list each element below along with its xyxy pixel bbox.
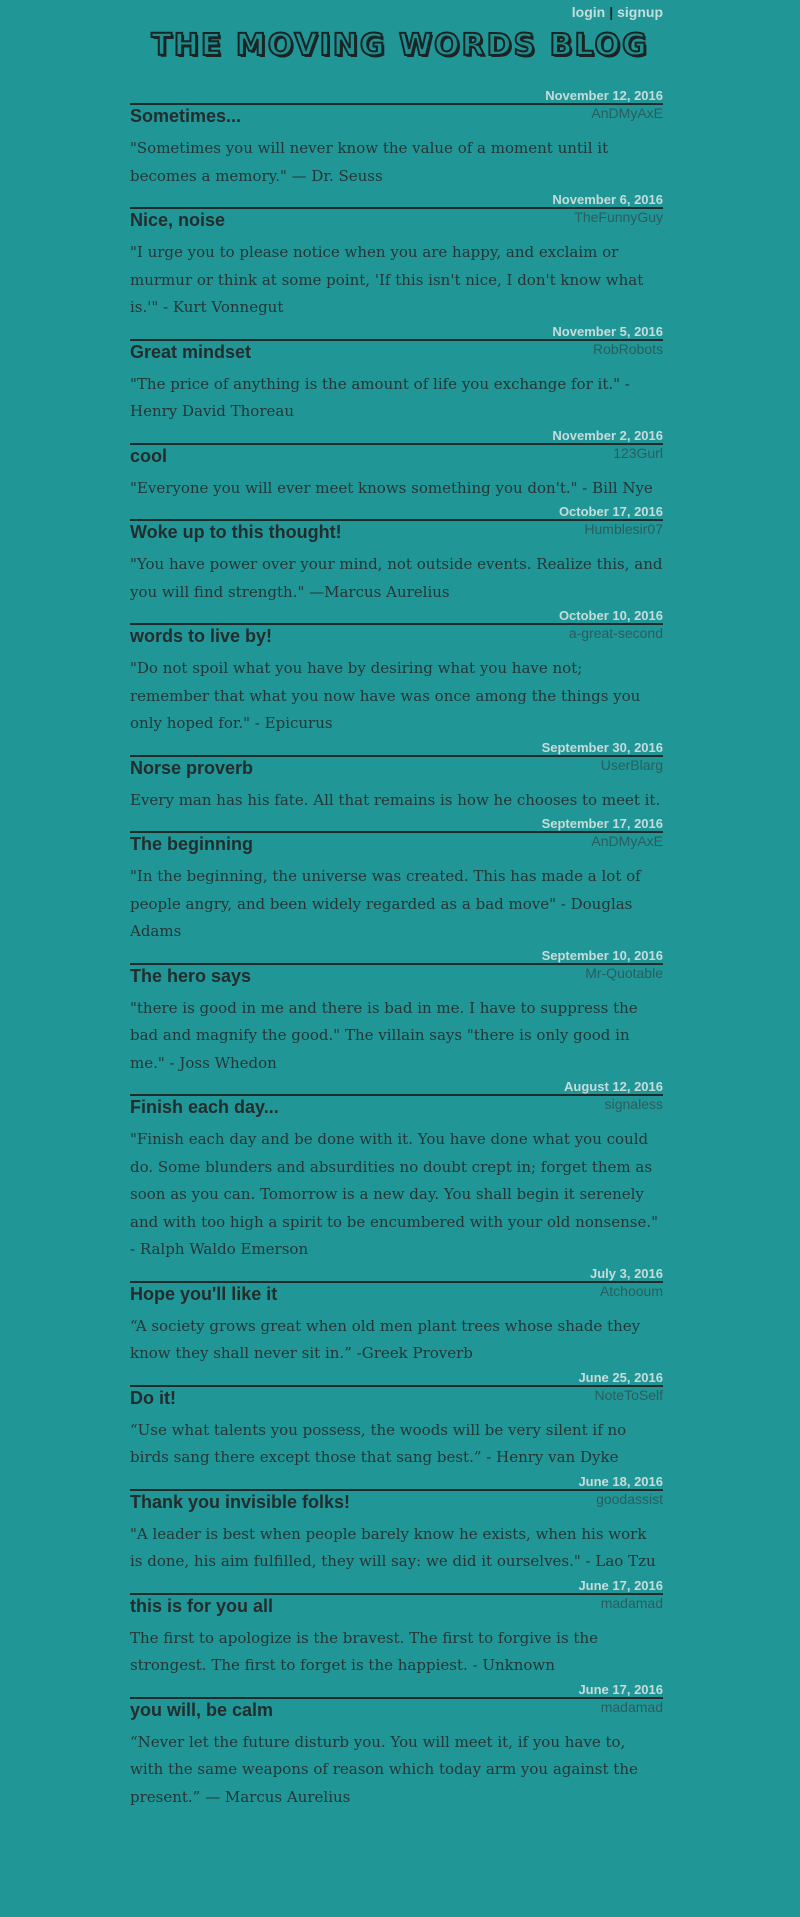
- post-header: Hope you'll like it Atchooum: [130, 1283, 663, 1307]
- post-header: Norse proverb UserBlarg: [130, 757, 663, 781]
- post-body: "Finish each day and be done with it. Yo…: [130, 1130, 659, 1258]
- post-body: "there is good in me and there is bad in…: [130, 998, 638, 1072]
- post: June 25, 2016 Do it! NoteToSelf “Use what t…: [130, 1370, 663, 1474]
- post-header: cool 123Gurl: [130, 445, 663, 469]
- post-title[interactable]: Great mindset: [130, 341, 251, 363]
- post: June 17, 2016 this is for you all madamad T…: [130, 1578, 663, 1682]
- post-date: October 10, 2016: [558, 608, 663, 623]
- post-body: "Do not spoil what you have by desiring …: [130, 659, 641, 732]
- post-author-link[interactable]: goodassist: [596, 1491, 663, 1508]
- post-title[interactable]: The beginning: [130, 833, 253, 855]
- post-body: "I urge you to please notice when you ar…: [130, 243, 644, 316]
- post-header: The beginning AnDMyAxE: [130, 833, 663, 857]
- post-title[interactable]: Hope you'll like it: [130, 1283, 277, 1305]
- post-body: The first to apologize is the bravest. T…: [130, 1628, 598, 1675]
- site-title: THE MOVING WORDS BLOG: [150, 27, 649, 64]
- post-author-link[interactable]: Humblesir07: [584, 521, 663, 538]
- post-date: September 10, 2016: [541, 947, 663, 963]
- post-author-link[interactable]: 123Gurl: [613, 445, 663, 462]
- post-body: "Everyone you will ever meet knows somet…: [130, 478, 653, 497]
- post: September 30, 2016 Norse proverb UserBlarg…: [130, 740, 663, 817]
- post-header: Finish each day... signaless: [130, 1096, 663, 1120]
- post-author-link[interactable]: AnDMyAxE: [591, 833, 663, 850]
- post-author-link[interactable]: Mr-Quotable: [585, 965, 663, 982]
- post: June 18, 2016 Thank you invisible folks! g…: [130, 1474, 663, 1578]
- post-body: "The price of anything is the amount of …: [130, 374, 630, 421]
- post-date: June 17, 2016: [578, 1681, 663, 1697]
- post-header: Woke up to this thought! Humblesir07: [130, 521, 663, 545]
- post-body: Every man has his fate. All that remains…: [130, 790, 661, 809]
- post-date: October 17, 2016: [558, 504, 663, 519]
- post-title[interactable]: cool: [130, 445, 167, 467]
- post-date: June 17, 2016: [578, 1577, 663, 1593]
- post-title[interactable]: this is for you all: [130, 1595, 273, 1617]
- post-header: Thank you invisible folks! goodassist: [130, 1491, 663, 1515]
- site-header: THE MOVING WORDS BLOG: [0, 27, 800, 64]
- post: November 12, 2016 Sometimes... AnDMyAxE "So…: [130, 88, 663, 192]
- post-title[interactable]: Nice, noise: [130, 209, 225, 231]
- post-body: “Never let the future disturb you. You w…: [130, 1732, 638, 1806]
- post-date: July 3, 2016: [590, 1265, 663, 1281]
- post-author-link[interactable]: NoteToSelf: [595, 1387, 663, 1404]
- post-date: November 2, 2016: [552, 427, 663, 443]
- post-title[interactable]: Do it!: [130, 1387, 176, 1409]
- post-date: November 5, 2016: [552, 323, 663, 339]
- post: October 10, 2016 words to live by! a-great…: [130, 608, 663, 740]
- post-date: June 18, 2016: [578, 1473, 663, 1489]
- post: November 2, 2016 cool 123Gurl "Everyone you…: [130, 428, 663, 505]
- post-date: September 17, 2016: [541, 816, 663, 831]
- post-title[interactable]: words to live by!: [130, 625, 272, 647]
- login-link[interactable]: login: [572, 4, 605, 20]
- post-date: September 30, 2016: [541, 739, 663, 755]
- post: November 5, 2016 Great mindset RobRobots "T…: [130, 324, 663, 428]
- post-date: November 12, 2016: [545, 88, 663, 103]
- post: September 10, 2016 The hero says Mr-Quotab…: [130, 948, 663, 1080]
- post: July 3, 2016 Hope you'll like it Atchooum “…: [130, 1266, 663, 1370]
- post-date: June 25, 2016: [578, 1369, 663, 1385]
- post-header: you will, be calm madamad: [130, 1699, 663, 1723]
- post-header: Nice, noise TheFunnyGuy: [130, 209, 663, 233]
- post-body: "Sometimes you will never know the value…: [130, 139, 609, 185]
- post-title[interactable]: Norse proverb: [130, 757, 253, 779]
- post-header: The hero says Mr-Quotable: [130, 965, 663, 989]
- post-author-link[interactable]: AnDMyAxE: [591, 105, 663, 122]
- post: September 17, 2016 The beginning AnDMyAxE "…: [130, 816, 663, 948]
- post-header: Sometimes... AnDMyAxE: [130, 105, 663, 129]
- post-author-link[interactable]: Atchooum: [600, 1283, 663, 1300]
- post-header: Do it! NoteToSelf: [130, 1387, 663, 1411]
- post: August 12, 2016 Finish each day... signale…: [130, 1079, 663, 1266]
- post-title[interactable]: Woke up to this thought!: [130, 521, 342, 543]
- post-header: Great mindset RobRobots: [130, 341, 663, 365]
- nav-separator: |: [609, 4, 614, 20]
- post-author-link[interactable]: UserBlarg: [601, 757, 663, 774]
- post-author-link[interactable]: RobRobots: [593, 341, 663, 358]
- post-header: words to live by! a-great-second: [130, 625, 663, 649]
- post-header: this is for you all madamad: [130, 1595, 663, 1619]
- post-title[interactable]: Finish each day...: [130, 1096, 279, 1118]
- post-list: November 12, 2016 Sometimes... AnDMyAxE "So…: [130, 88, 663, 1813]
- post-body: “Use what talents you possess, the woods…: [130, 1420, 627, 1467]
- post-title[interactable]: The hero says: [130, 965, 251, 987]
- post-body: "In the beginning, the universe was crea…: [130, 867, 641, 940]
- post-author-link[interactable]: madamad: [601, 1699, 663, 1716]
- top-nav: login | signup: [572, 4, 663, 20]
- post-author-link[interactable]: madamad: [601, 1595, 663, 1612]
- signup-link[interactable]: signup: [617, 4, 663, 20]
- post-title[interactable]: Sometimes...: [130, 105, 241, 127]
- post: June 17, 2016 you will, be calm madamad “Ne…: [130, 1682, 663, 1814]
- post-author-link[interactable]: signaless: [605, 1096, 663, 1113]
- post: November 6, 2016 Nice, noise TheFunnyGuy "I…: [130, 192, 663, 324]
- post: October 17, 2016 Woke up to this thought!…: [130, 504, 663, 608]
- post-author-link[interactable]: TheFunnyGuy: [574, 209, 663, 226]
- post-date: August 12, 2016: [564, 1079, 663, 1094]
- post-body: "A leader is best when people barely kno…: [130, 1524, 656, 1571]
- post-body: “A society grows great when old men plan…: [130, 1316, 641, 1363]
- post-title[interactable]: Thank you invisible folks!: [130, 1491, 350, 1513]
- post-author-link[interactable]: a-great-second: [569, 625, 663, 642]
- post-body: "You have power over your mind, not outs…: [130, 555, 663, 601]
- post-date: November 6, 2016: [552, 192, 663, 207]
- post-title[interactable]: you will, be calm: [130, 1699, 273, 1721]
